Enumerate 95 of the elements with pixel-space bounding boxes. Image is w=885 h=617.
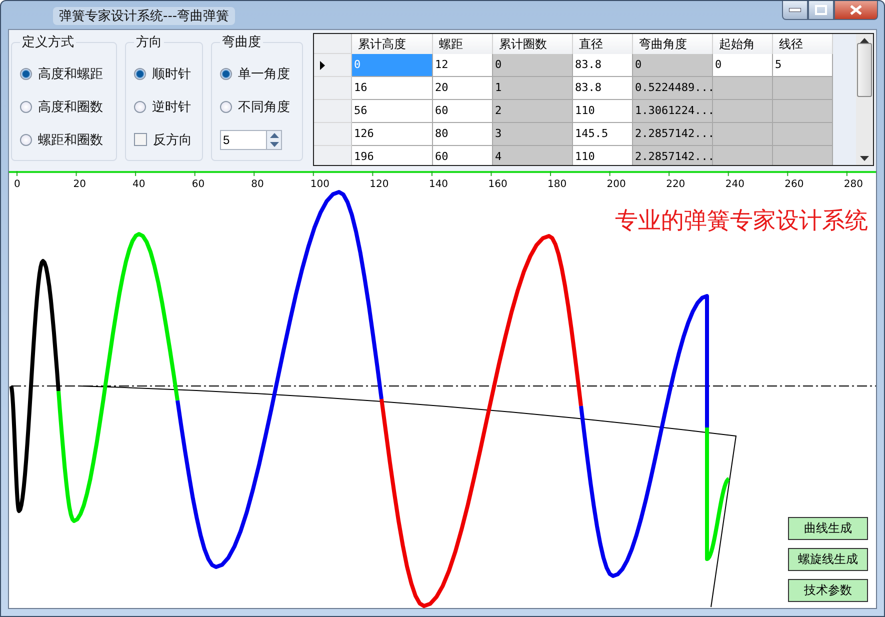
canvas-heading: 专业的弹簧专家设计系统 bbox=[615, 207, 868, 236]
ruler-label: 80 bbox=[251, 179, 264, 190]
ruler-label: 140 bbox=[428, 179, 448, 190]
table-cell[interactable] bbox=[713, 77, 773, 100]
ruler-label: 120 bbox=[370, 179, 389, 190]
table-cell[interactable]: 60 bbox=[433, 146, 493, 165]
group-title: 定义方式 bbox=[21, 34, 75, 51]
table-cell[interactable]: 110 bbox=[573, 146, 633, 165]
maximize-button[interactable] bbox=[808, 1, 834, 20]
table-cell[interactable] bbox=[773, 100, 833, 123]
table-cell[interactable]: 12 bbox=[433, 54, 493, 77]
radio-button[interactable] bbox=[134, 100, 146, 112]
table-cell[interactable]: 145.5 bbox=[573, 123, 633, 146]
action-button[interactable]: 螺旋线生成 bbox=[788, 548, 868, 571]
table-cell[interactable]: 0 bbox=[633, 54, 713, 77]
checkbox[interactable] bbox=[134, 133, 147, 146]
ruler-label: 200 bbox=[606, 179, 626, 190]
table-cell[interactable]: 83.8 bbox=[573, 54, 633, 77]
radio-label: 逆时针 bbox=[152, 98, 191, 116]
group-title: 方向 bbox=[135, 34, 163, 51]
radio-label: 不同角度 bbox=[238, 98, 290, 116]
table-cell[interactable]: 196 bbox=[352, 146, 433, 165]
column-header[interactable]: 弯曲角度 bbox=[633, 34, 713, 54]
table-cell[interactable]: 126 bbox=[352, 123, 433, 146]
checkbox-label: 反方向 bbox=[153, 132, 192, 148]
current-row-icon bbox=[320, 60, 325, 70]
radio-button[interactable] bbox=[134, 68, 146, 80]
ruler-label: 260 bbox=[784, 179, 804, 190]
radio-button[interactable] bbox=[220, 100, 232, 112]
ruler-label: 280 bbox=[844, 179, 864, 190]
radio-label: 单一角度 bbox=[238, 66, 290, 82]
column-header[interactable]: 累计高度 bbox=[352, 34, 433, 54]
ruler-label: 240 bbox=[725, 179, 744, 190]
radio-button[interactable] bbox=[20, 100, 32, 112]
column-header[interactable]: 累计圈数 bbox=[493, 34, 573, 54]
group-title: 弯曲度 bbox=[221, 34, 262, 51]
radio-label: 螺距和圈数 bbox=[38, 132, 103, 148]
radio-label: 高度和螺距 bbox=[38, 66, 103, 82]
table-cell[interactable]: 2.2857142... bbox=[633, 123, 713, 146]
table-cell[interactable]: 56 bbox=[352, 100, 433, 123]
table-cell[interactable]: 0 bbox=[493, 54, 573, 77]
table-cell[interactable]: 60 bbox=[433, 100, 493, 123]
table-cell[interactable]: 2.2857142... bbox=[633, 146, 713, 165]
table-cell[interactable]: 5 bbox=[773, 54, 833, 77]
number-field[interactable]: 5 bbox=[220, 130, 266, 150]
radio-label: 顺时针 bbox=[152, 66, 191, 82]
table-cell[interactable] bbox=[713, 123, 773, 146]
action-button[interactable]: 技术参数 bbox=[788, 579, 868, 602]
table-cell[interactable]: 2 bbox=[493, 100, 573, 123]
column-header[interactable]: 直径 bbox=[573, 34, 633, 54]
table-cell[interactable]: 80 bbox=[433, 123, 493, 146]
table-cell[interactable]: 3 bbox=[493, 123, 573, 146]
ruler-label: 100 bbox=[310, 179, 330, 190]
ruler-label: 160 bbox=[488, 179, 508, 190]
table-cell[interactable] bbox=[713, 146, 773, 165]
ruler-label: 40 bbox=[132, 179, 146, 190]
column-header[interactable]: 螺距 bbox=[433, 34, 493, 54]
table-cell[interactable] bbox=[773, 146, 833, 165]
spin-buttons[interactable] bbox=[266, 130, 282, 150]
ruler-label: 60 bbox=[192, 179, 205, 190]
close-icon bbox=[850, 5, 862, 15]
table-cell[interactable]: 16 bbox=[352, 77, 433, 100]
action-button[interactable]: 曲线生成 bbox=[788, 517, 868, 540]
table-cell[interactable]: 1 bbox=[493, 77, 573, 100]
table-cell[interactable]: 20 bbox=[433, 77, 493, 100]
maximize-icon bbox=[815, 5, 827, 15]
ruler-label: 0 bbox=[14, 179, 20, 190]
table-cell[interactable] bbox=[713, 100, 773, 123]
table-cell[interactable]: 1.3061224... bbox=[633, 100, 713, 123]
table-cell[interactable]: 0 bbox=[713, 54, 773, 77]
table-cell[interactable] bbox=[773, 123, 833, 146]
up-arrow-icon bbox=[270, 132, 278, 138]
row-header[interactable] bbox=[314, 54, 352, 77]
column-header[interactable]: 线径 bbox=[773, 34, 833, 54]
radio-label: 高度和圈数 bbox=[38, 98, 103, 116]
radio-button[interactable] bbox=[220, 68, 232, 80]
vertical-scrollbar[interactable] bbox=[856, 34, 873, 165]
table-cell[interactable]: 83.8 bbox=[573, 77, 633, 100]
ruler-label: 220 bbox=[666, 179, 686, 190]
column-header[interactable]: 起始角 bbox=[713, 34, 773, 54]
radio-button[interactable] bbox=[20, 68, 32, 80]
table-cell[interactable]: 0.5224489... bbox=[633, 77, 713, 100]
table-cell[interactable]: 110 bbox=[573, 100, 633, 123]
ruler-label: 180 bbox=[548, 179, 567, 190]
ruler-label: 20 bbox=[73, 179, 86, 190]
minimize-icon bbox=[789, 8, 801, 12]
window-title: 弹簧专家设计系统---弯曲弹簧 bbox=[53, 7, 236, 25]
scroll-thumb[interactable] bbox=[857, 42, 872, 96]
table-cell[interactable] bbox=[773, 77, 833, 100]
scroll-down-icon bbox=[860, 156, 869, 161]
radio-button[interactable] bbox=[20, 134, 32, 146]
close-button[interactable] bbox=[834, 1, 878, 20]
minimize-button[interactable] bbox=[782, 1, 808, 20]
down-arrow-icon bbox=[270, 142, 278, 146]
table-cell[interactable]: 4 bbox=[493, 146, 573, 165]
